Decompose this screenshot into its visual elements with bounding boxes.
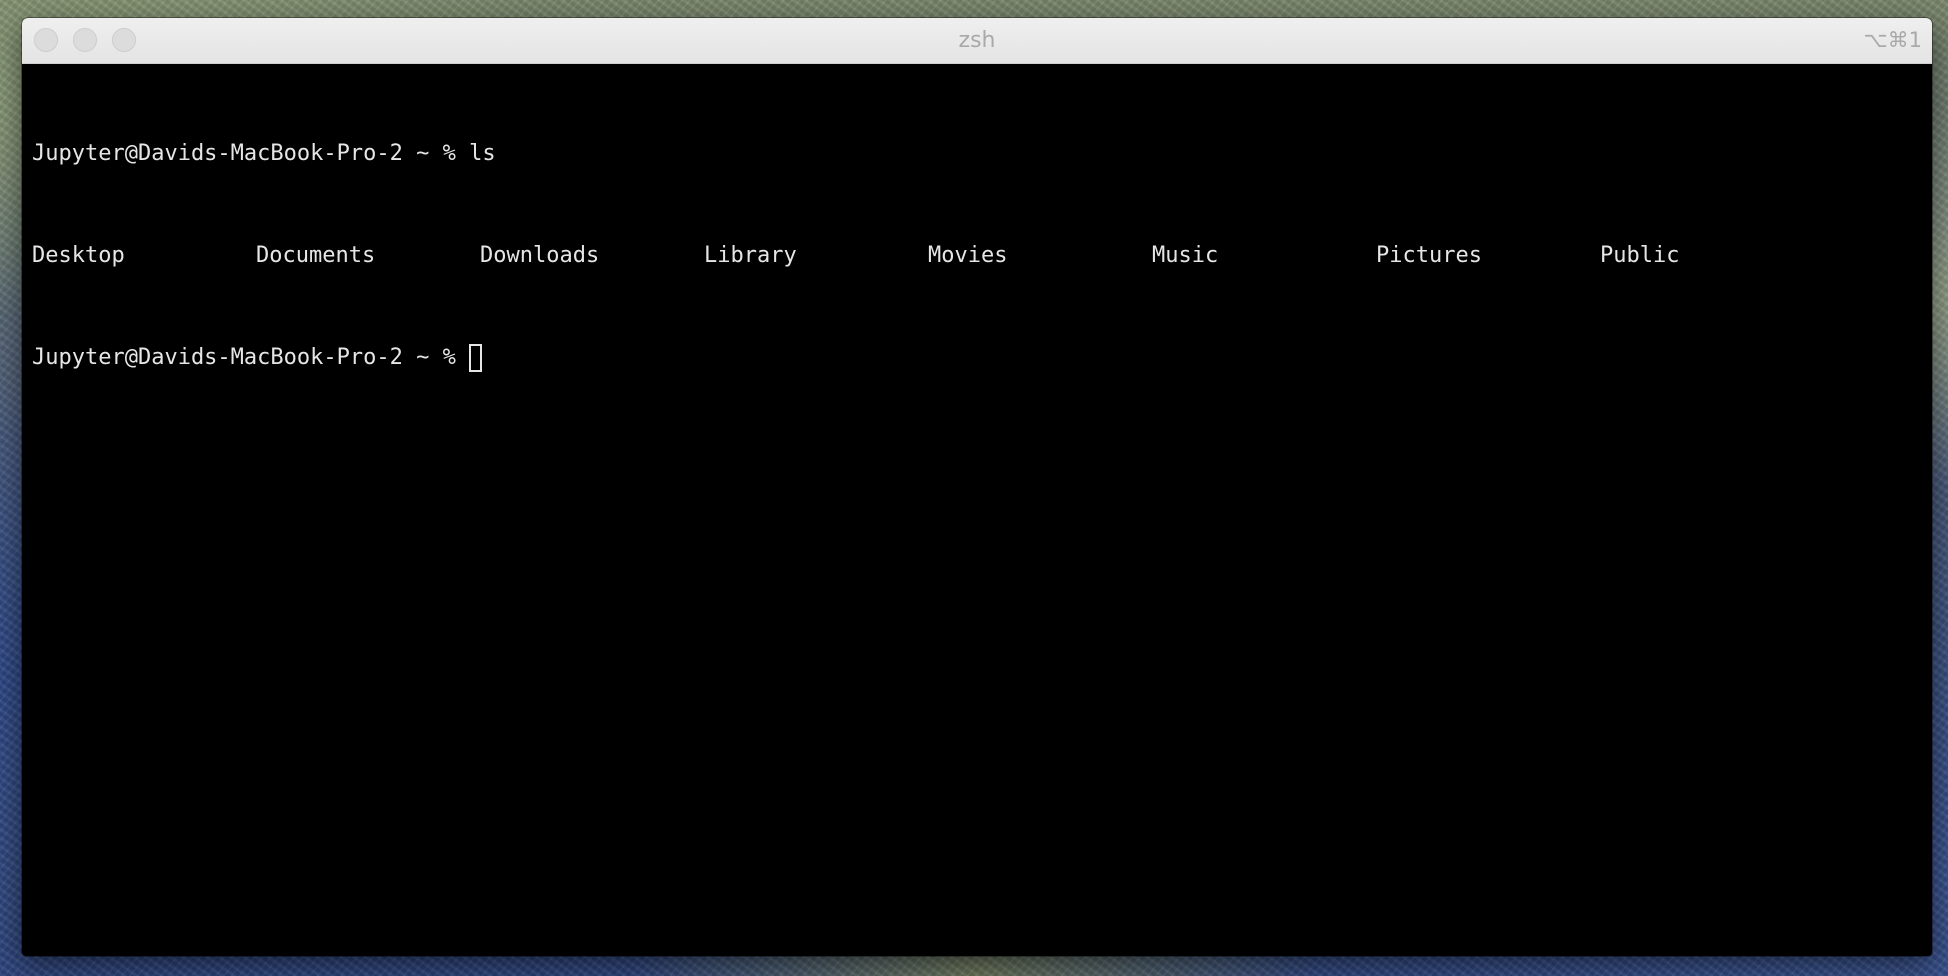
prompt-line: Jupyter@Davids-MacBook-Pro-2 ~ % ls [32,137,1932,171]
prompt-line: Jupyter@Davids-MacBook-Pro-2 ~ % [32,341,1932,375]
ls-item-pictures: Pictures [1376,243,1482,268]
terminal-content[interactable]: Jupyter@Davids-MacBook-Pro-2 ~ % ls Desk… [22,64,1932,443]
prompt: Jupyter@Davids-MacBook-Pro-2 ~ % [32,141,456,166]
ls-item-library: Library [704,243,797,268]
window-shortcut: ⌥⌘1 [1863,28,1922,52]
ls-item-public: Public [1600,243,1680,268]
terminal-window[interactable]: zsh ⌥⌘1 Jupyter@Davids-MacBook-Pro-2 ~ %… [22,18,1932,956]
ls-item-desktop: Desktop [32,243,125,268]
window-titlebar[interactable]: zsh ⌥⌘1 [22,18,1932,64]
text-cursor [468,344,482,372]
command-text: ls [469,141,496,166]
prompt: Jupyter@Davids-MacBook-Pro-2 ~ % [32,345,456,370]
ls-output-row: Desktop Documents Downloads Library Movi… [32,239,1932,273]
window-title: zsh [958,28,996,53]
ls-item-movies: Movies [928,243,1008,268]
ls-item-music: Music [1152,243,1219,268]
ls-item-documents: Documents [256,243,376,268]
ls-item-downloads: Downloads [480,243,600,268]
